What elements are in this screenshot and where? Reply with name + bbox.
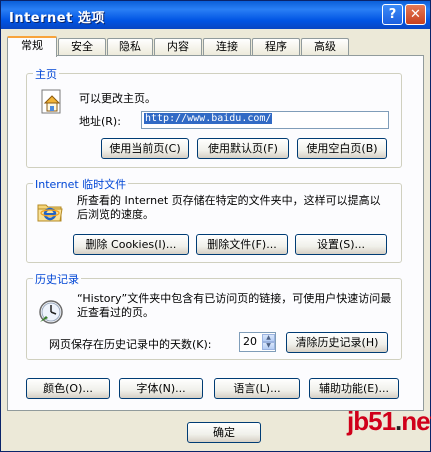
- tab-security[interactable]: 安全: [58, 38, 106, 56]
- colors-button[interactable]: 颜色(O)...: [26, 378, 110, 399]
- history-days-value: 20: [243, 335, 257, 348]
- tab-general[interactable]: 常规: [7, 36, 57, 57]
- ie-folder-icon: [37, 204, 63, 222]
- history-days-stepper[interactable]: 20 ▲ ▼: [239, 332, 276, 352]
- history-description: “History”文件夹中包含有已访问页的链接，可使用户快速访问最近查看过的页。: [77, 292, 392, 319]
- history-days-label: 网页保存在历史记录中的天数(K):: [49, 338, 212, 351]
- clear-history-button[interactable]: 清除历史记录(H): [286, 332, 388, 353]
- address-label: 地址(R):: [79, 115, 121, 128]
- history-legend: 历史记录: [33, 271, 81, 287]
- fonts-button[interactable]: 字体(N)...: [119, 378, 203, 399]
- spin-up-icon[interactable]: ▲: [262, 334, 275, 342]
- watermark-tld: net: [401, 406, 431, 436]
- use-current-button[interactable]: 使用当前页(C): [101, 138, 189, 159]
- address-value: http://www.baidu.com/: [144, 113, 273, 124]
- use-default-button[interactable]: 使用默认页(F): [197, 138, 289, 159]
- title-bar[interactable]: Internet 选项 ? ✕: [1, 1, 430, 29]
- delete-files-button[interactable]: 删除文件(F)...: [196, 234, 288, 255]
- tab-connections[interactable]: 连接: [203, 38, 251, 56]
- spin-down-icon[interactable]: ▼: [262, 342, 275, 350]
- home-page-description: 可以更改主页。: [79, 92, 156, 105]
- tab-privacy[interactable]: 隐私: [107, 38, 153, 56]
- tab-advanced[interactable]: 高级: [301, 38, 349, 56]
- tab-programs[interactable]: 程序: [252, 38, 300, 56]
- ok-button[interactable]: 确定: [187, 422, 261, 443]
- delete-cookies-button[interactable]: 删除 Cookies(I)...: [73, 234, 189, 255]
- temp-files-description: 所查看的 Internet 页存储在特定的文件夹中，这样可以提高以后浏览的速度。: [77, 194, 381, 221]
- home-page-legend: 主页: [33, 66, 59, 82]
- site-watermark: jb51.net: [347, 406, 431, 437]
- help-button[interactable]: ?: [382, 4, 403, 25]
- watermark-main: jb51: [347, 406, 396, 436]
- history-clock-icon: [39, 300, 63, 324]
- temp-settings-button[interactable]: 设置(S)...: [295, 234, 387, 255]
- home-page-address-input[interactable]: http://www.baidu.com/: [141, 111, 389, 129]
- home-page-icon: [41, 89, 61, 114]
- tab-content[interactable]: 内容: [154, 38, 202, 56]
- languages-button[interactable]: 语言(L)...: [214, 378, 300, 399]
- use-blank-button[interactable]: 使用空白页(B): [297, 138, 387, 159]
- close-button[interactable]: ✕: [405, 4, 426, 25]
- accessibility-button[interactable]: 辅助功能(E)...: [309, 378, 399, 399]
- temp-files-legend: Internet 临时文件: [33, 176, 129, 192]
- internet-options-dialog: Internet 选项 ? ✕ 常规 安全 隐私 内容 连接 程序 高级 主页 …: [0, 0, 431, 452]
- window-title: Internet 选项: [9, 11, 105, 26]
